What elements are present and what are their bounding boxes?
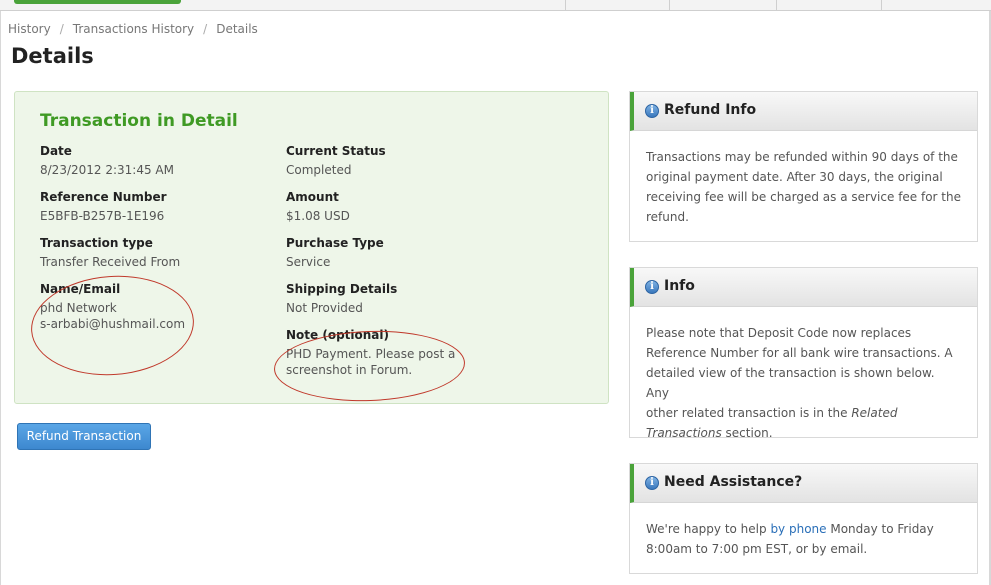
date-label: Date (40, 144, 72, 158)
info-header: i Info (630, 268, 977, 307)
shipping-details-label: Shipping Details (286, 282, 398, 296)
breadcrumb: History / Transactions History / Details (8, 22, 258, 36)
breadcrumb-details: Details (216, 22, 258, 36)
refund-info-body: Transactions may be refunded within 90 d… (630, 131, 977, 227)
current-status-value: Completed (286, 163, 352, 177)
top-nav-tab-4[interactable] (881, 0, 991, 10)
shipping-details-field: Shipping Details Not Provided (286, 281, 397, 316)
breadcrumb-separator: / (203, 22, 208, 36)
assistance-line: 8:00am to 7:00 pm EST, or by email. (646, 542, 868, 556)
top-nav-bar (0, 0, 991, 11)
transaction-detail-heading: Transaction in Detail (40, 111, 238, 131)
date-value: 8/23/2012 2:31:45 AM (40, 163, 174, 177)
info-line: Transactions section. (646, 423, 961, 443)
shipping-details-value: Not Provided (286, 301, 363, 315)
assistance-text-after: Monday to Friday (826, 522, 934, 536)
transaction-type-label: Transaction type (40, 236, 153, 250)
page-title: Details (11, 44, 94, 68)
need-assistance-header: i Need Assistance? (630, 464, 977, 503)
current-status-label: Current Status (286, 144, 386, 158)
need-assistance-box: i Need Assistance? We're happy to help b… (629, 463, 978, 574)
refund-info-line: original payment date. After 30 days, th… (646, 170, 943, 184)
reference-number-field: Reference Number E5BFB-B257B-1E196 (40, 189, 167, 224)
amount-field: Amount $1.08 USD (286, 189, 350, 224)
info-related-emphasis: Related (851, 406, 898, 420)
refund-info-line: receiving fee will be charged as a servi… (646, 190, 961, 204)
info-transactions-emphasis: Transactions (646, 426, 722, 440)
info-line: detailed view of the transaction is show… (646, 366, 935, 400)
top-nav-tab-2[interactable] (669, 0, 776, 10)
refund-transaction-button[interactable]: Refund Transaction (17, 423, 151, 450)
assistance-line: We're happy to help by phone Monday to F… (646, 519, 961, 539)
breadcrumb-transactions-history[interactable]: Transactions History (73, 22, 194, 36)
info-line-text: other related transaction is in the (646, 406, 848, 420)
info-icon: i (645, 280, 659, 294)
purchase-type-value: Service (286, 255, 331, 269)
amount-value: $1.08 USD (286, 209, 350, 223)
date-field: Date 8/23/2012 2:31:45 AM (40, 143, 174, 178)
refund-info-header: i Refund Info (630, 92, 977, 131)
need-assistance-title: Need Assistance? (664, 474, 803, 490)
info-body: Please note that Deposit Code now replac… (630, 307, 977, 443)
amount-label: Amount (286, 190, 339, 204)
info-line-tail: section. (721, 426, 773, 440)
reference-number-label: Reference Number (40, 190, 167, 204)
top-nav-tab-1[interactable] (565, 0, 669, 10)
info-line: Please note that Deposit Code now replac… (646, 326, 912, 340)
active-tab-indicator (14, 0, 181, 4)
info-icon: i (645, 476, 659, 490)
purchase-type-field: Purchase Type Service (286, 235, 384, 270)
transaction-type-value: Transfer Received From (40, 255, 181, 269)
top-nav-tab-3[interactable] (776, 0, 881, 10)
current-status-field: Current Status Completed (286, 143, 386, 178)
info-icon: i (645, 104, 659, 118)
info-title: Info (664, 278, 695, 294)
refund-info-line: Transactions may be refunded within 90 d… (646, 150, 958, 164)
purchase-type-label: Purchase Type (286, 236, 384, 250)
reference-number-value: E5BFB-B257B-1E196 (40, 209, 165, 223)
need-assistance-body: We're happy to help by phone Monday to F… (630, 503, 977, 559)
info-box: i Info Please note that Deposit Code now… (629, 267, 978, 440)
breadcrumb-history[interactable]: History (8, 22, 51, 36)
assistance-text-before: We're happy to help (646, 522, 771, 536)
refund-info-box: i Refund Info Transactions may be refund… (629, 91, 978, 242)
by-phone-link[interactable]: by phone (770, 522, 826, 536)
transaction-type-field: Transaction type Transfer Received From (40, 235, 180, 270)
refund-info-line: refund. (646, 210, 689, 224)
info-line: other related transaction is in the Rela… (646, 403, 961, 423)
refund-info-title: Refund Info (664, 102, 757, 118)
breadcrumb-separator: / (59, 22, 64, 36)
info-line: Reference Number for all bank wire trans… (646, 346, 953, 360)
page-border-left (0, 11, 1, 585)
